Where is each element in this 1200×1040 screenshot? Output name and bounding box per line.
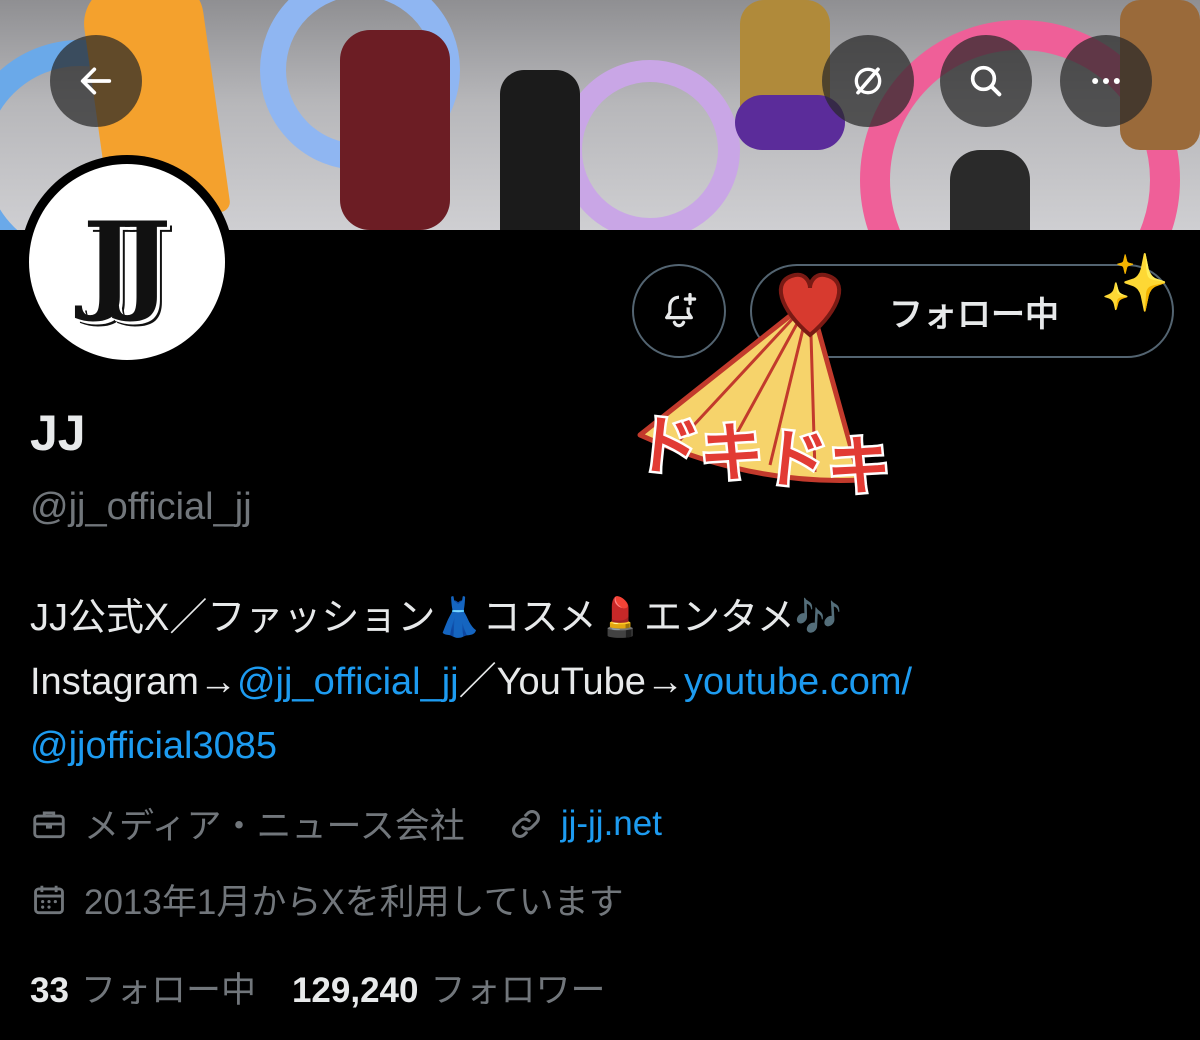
link-icon <box>511 809 540 838</box>
notifications-button[interactable] <box>632 264 726 358</box>
profile-joined-row: 2013年1月からXを利用しています <box>30 874 624 925</box>
grok-button[interactable] <box>822 35 914 127</box>
following-label: フォロー中 <box>80 971 256 1010</box>
back-arrow-icon <box>80 67 112 95</box>
sticker-text: ドキドキ <box>632 407 894 507</box>
following-count: 33 <box>30 971 69 1010</box>
search-icon <box>970 65 1002 97</box>
following-button[interactable]: フォロー中 <box>750 264 1174 358</box>
profile-meta-row: メディア・ニュース会社 jj-jj.net <box>30 798 662 849</box>
avatar-image: JJ <box>29 164 225 360</box>
profile-stats: 33 フォロー中 129,240 フォロワー <box>30 962 606 1013</box>
followers-label: フォロワー <box>430 971 606 1010</box>
calendar-icon <box>34 885 64 914</box>
back-button[interactable] <box>50 35 142 127</box>
following-stat[interactable]: 33 フォロー中 <box>30 962 256 1013</box>
profile-bio: JJ公式X／ファッション👗コスメ💄エンタメ🎶 Instagram→@jj_off… <box>30 586 1180 778</box>
briefcase-icon <box>33 810 65 838</box>
more-icon <box>1092 78 1120 84</box>
grok-icon <box>854 67 882 95</box>
profile-category: メディア・ニュース会社 <box>84 807 465 846</box>
bio-line-3: @jjofficial3085 <box>30 714 1180 778</box>
profile-name: JJ <box>30 405 86 461</box>
bio-line-2: Instagram→@jj_official_jj／YouTube→youtub… <box>30 650 1180 714</box>
followers-stat[interactable]: 129,240 フォロワー <box>292 962 606 1013</box>
profile-joined-date: 2013年1月からXを利用しています <box>84 883 624 922</box>
instagram-link[interactable]: @jj_official_jj <box>237 661 459 703</box>
youtube-link[interactable]: youtube.com/ <box>684 661 912 703</box>
bio-youtube-prefix: ／YouTube→ <box>458 661 684 703</box>
bio-instagram-prefix: Instagram→ <box>30 661 237 703</box>
following-button-label: フォロー中 <box>889 295 1059 334</box>
followers-count: 129,240 <box>291 971 419 1010</box>
profile-website-link[interactable]: jj-jj.net <box>561 804 662 844</box>
youtube-link-continued[interactable]: @jjofficial3085 <box>30 725 277 767</box>
bio-line-1: JJ公式X／ファッション👗コスメ💄エンタメ🎶 <box>30 597 843 639</box>
profile-handle: @jj_official_jj <box>30 486 252 528</box>
profile-avatar[interactable]: JJ <box>20 155 234 369</box>
bell-plus-icon <box>665 292 697 328</box>
search-button[interactable] <box>940 35 1032 127</box>
avatar-logo-text: JJ <box>82 199 171 325</box>
more-button[interactable] <box>1060 35 1152 127</box>
